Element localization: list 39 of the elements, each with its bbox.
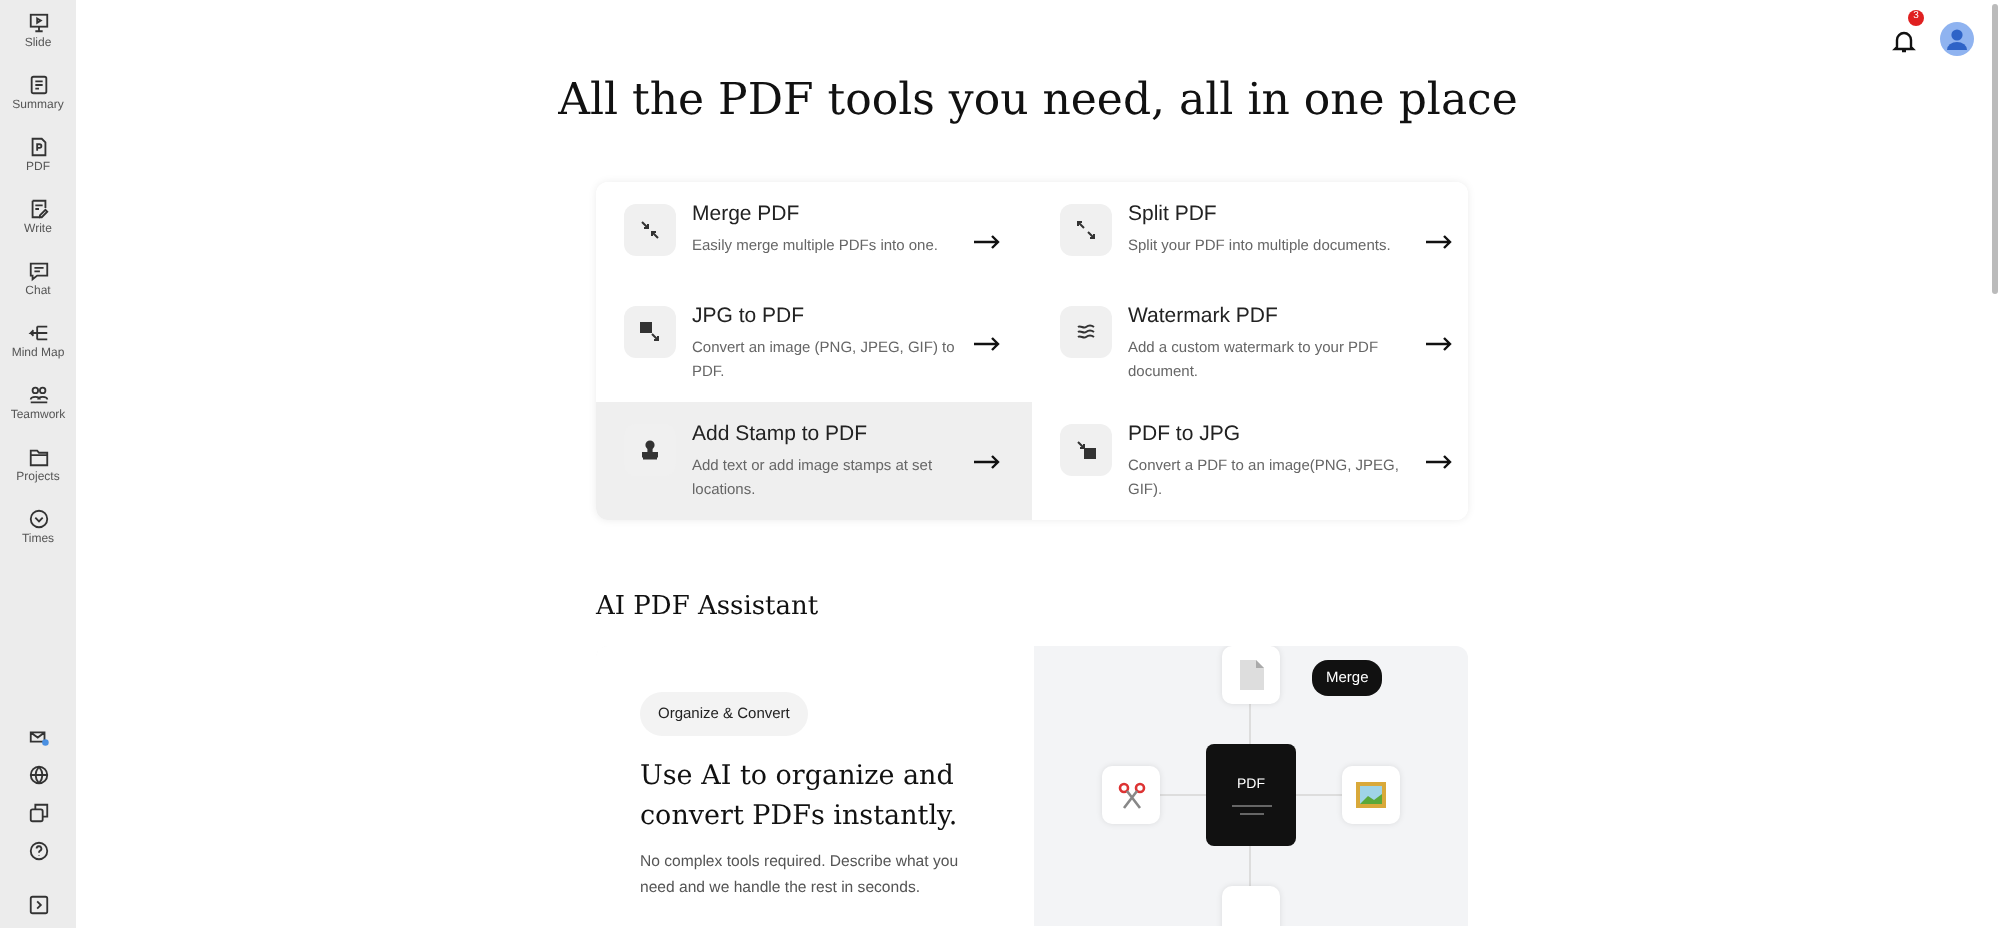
- pencil-document-icon: [27, 198, 49, 220]
- arrow-right-icon: [974, 234, 1000, 251]
- image-arrow-icon: [638, 320, 662, 345]
- scrollbar-thumb[interactable]: [1992, 4, 1998, 294]
- pdf-file-icon: [27, 136, 49, 158]
- tool-title: JPG to PDF: [692, 304, 807, 333]
- tool-title: Split PDF: [1128, 202, 1219, 231]
- globe-icon[interactable]: [27, 764, 49, 786]
- page-title: All the PDF tools you need, all in one place: [556, 76, 1520, 129]
- mail-icon[interactable]: [27, 726, 49, 748]
- merge-arrows-icon: [638, 218, 662, 243]
- scissors-icon: [1117, 781, 1145, 810]
- people-icon: [27, 384, 49, 406]
- document-icon: [1239, 660, 1263, 691]
- tool-title: Merge PDF: [692, 202, 802, 231]
- split-arrows-icon: [1074, 218, 1098, 243]
- section-heading: AI PDF Assistant: [596, 591, 821, 623]
- stamp-icon: [638, 438, 662, 463]
- picture-frame-icon: [1356, 782, 1386, 809]
- arrow-image-icon: [1074, 438, 1098, 463]
- folder-icon: [27, 446, 49, 468]
- arrow-right-icon: [1426, 336, 1452, 353]
- tool-title: PDF to JPG: [1128, 422, 1243, 450]
- chat-bubble-icon: [27, 260, 49, 282]
- expand-icon[interactable]: [27, 894, 49, 916]
- lines-icon: [1231, 804, 1271, 817]
- document-icon: [27, 74, 49, 96]
- presentation-icon: [27, 12, 49, 34]
- help-icon[interactable]: [27, 840, 49, 862]
- copy-icon[interactable]: [27, 802, 49, 824]
- arrow-right-icon: [974, 336, 1000, 353]
- tool-title: Watermark PDF: [1128, 304, 1280, 333]
- arrow-right-icon: [1426, 234, 1452, 251]
- list-tree-icon: [27, 322, 49, 344]
- assistant-title: Use AI to organize and convert PDFs instantly.: [640, 757, 960, 836]
- tool-title: Add Stamp to PDF: [692, 422, 870, 450]
- chevron-circle-icon: [27, 508, 49, 530]
- arrow-right-icon: [1426, 453, 1452, 470]
- arrow-right-icon: [974, 453, 1000, 470]
